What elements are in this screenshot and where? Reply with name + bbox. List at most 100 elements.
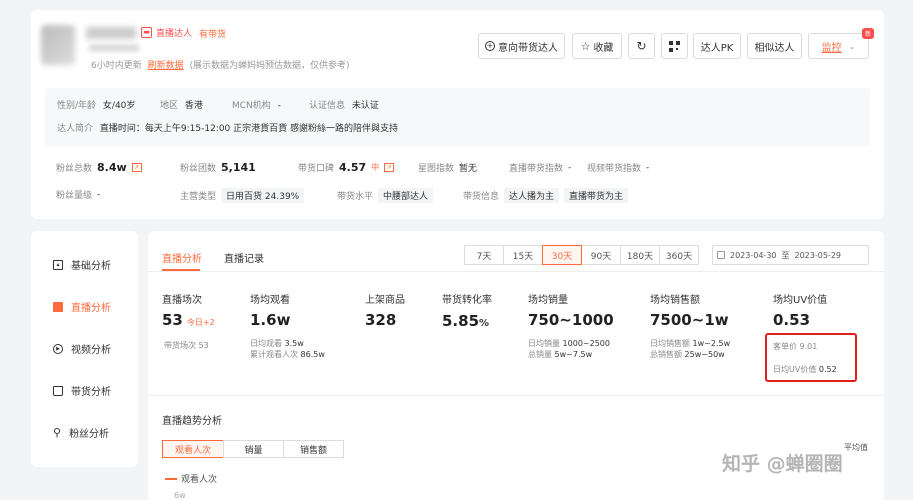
level-metric: 带货水平 中腰部达人 bbox=[337, 188, 434, 203]
sidebar-item-video[interactable]: ▶ 视频分析 bbox=[53, 341, 111, 356]
play-icon: ▶ bbox=[53, 343, 63, 354]
views-value: 1.6w bbox=[250, 311, 291, 329]
watermark: 知乎 @蝉圈圈 bbox=[722, 453, 843, 475]
live-tag-icon: ▬ bbox=[141, 27, 152, 38]
views-label: 场均观看 bbox=[250, 295, 290, 306]
region-row: 地区 香港 bbox=[160, 101, 203, 111]
sidebar-item-goods[interactable]: 带货分析 bbox=[53, 383, 111, 398]
range-30d[interactable]: 30天 bbox=[542, 245, 582, 265]
uv-label: 场均UV价值 bbox=[773, 295, 828, 306]
tab-live-records[interactable]: 直播记录 bbox=[224, 250, 264, 265]
views-sub2: 累计观看人次 86.5w bbox=[250, 350, 325, 359]
sessions-value-row: 53 今日+2 bbox=[162, 311, 215, 329]
profile-info-box: 性别/年龄 女/40岁 地区 香港 MCN机构 - 认证信息 未认证 达人简介 … bbox=[45, 88, 870, 146]
cert-row: 认证信息 未认证 bbox=[309, 101, 379, 111]
goods-tag: 有带货 bbox=[199, 30, 227, 40]
bag-icon bbox=[53, 385, 63, 396]
range-360d[interactable]: 360天 bbox=[659, 245, 699, 265]
intent-button[interactable]: + 意向带货达人 bbox=[478, 33, 565, 59]
live-tag: ▬ 直播达人 bbox=[141, 26, 192, 39]
trend-tab-amount[interactable]: 销售额 bbox=[283, 440, 344, 458]
products-label: 上架商品 bbox=[365, 295, 405, 306]
refresh-link[interactable]: 刷新数据 bbox=[148, 61, 184, 71]
calendar-icon bbox=[53, 301, 63, 312]
star-metric: 星图指数 暂无 bbox=[418, 164, 478, 174]
legend-swatch bbox=[165, 477, 177, 480]
range-90d[interactable]: 90天 bbox=[581, 245, 621, 265]
live-index-metric: 直播带货指数 - bbox=[509, 162, 572, 175]
sessions-label: 直播场次 bbox=[162, 295, 202, 306]
history-icon: ↻ bbox=[636, 39, 647, 53]
star-icon: ☆ bbox=[580, 39, 591, 53]
qrcode-icon bbox=[669, 40, 680, 52]
sales-value: 750~1000 bbox=[528, 311, 614, 329]
live-tag-label: 直播达人 bbox=[156, 29, 193, 39]
category-metric: 主营类型 日用百货 24.39% bbox=[180, 188, 305, 203]
favorite-button[interactable]: ☆ 收藏 bbox=[572, 33, 622, 59]
views-sub1: 日均观看 3.5w bbox=[250, 339, 304, 348]
calendar-icon bbox=[717, 251, 725, 259]
trend-tab-sales[interactable]: 销量 bbox=[223, 440, 284, 458]
sales-sub2: 总销量 5w~7.5w bbox=[528, 350, 593, 359]
history-button[interactable]: ↻ bbox=[628, 33, 655, 59]
date-start[interactable]: 2023-04-30 bbox=[730, 251, 777, 260]
conversion-value-row: 5.85% bbox=[442, 312, 490, 330]
date-end[interactable]: 2023-05-29 bbox=[795, 251, 842, 260]
tab-divider bbox=[148, 271, 884, 272]
update-text: 6小时内更新 bbox=[91, 61, 142, 71]
blurred-name bbox=[86, 27, 136, 39]
new-badge: 新 bbox=[862, 28, 875, 39]
date-range-picker[interactable]: 2023-04-30 至 2023-05-29 bbox=[712, 245, 869, 265]
uv-value: 0.53 bbox=[773, 311, 811, 329]
date-separator: 至 bbox=[781, 250, 790, 260]
trend-chart-icon[interactable]: ↗ bbox=[384, 163, 395, 172]
uv-sub2: 日均UV价值 0.52 bbox=[773, 365, 837, 374]
conversion-label: 带货转化率 bbox=[442, 295, 492, 306]
uv-sub1: 客单价 9.01 bbox=[773, 342, 818, 351]
fans-level-metric: 粉丝量级 - bbox=[56, 189, 101, 202]
avatar bbox=[41, 25, 75, 65]
group-metric: 粉丝团数 5,141 bbox=[180, 161, 256, 174]
tab-live-analysis[interactable]: 直播分析 bbox=[162, 250, 202, 265]
info-metric: 带货信息 达人播为主 直播带货为主 bbox=[463, 188, 629, 203]
pk-button[interactable]: 达人PK bbox=[693, 33, 741, 59]
chevron-down-icon: ⌄ bbox=[848, 41, 856, 51]
amount-sub1: 日均销售额 1w~2.5w bbox=[650, 339, 731, 348]
monitor-button[interactable]: 监控 ⌄ bbox=[808, 33, 869, 59]
sales-sub1: 日均销量 1000~2500 bbox=[528, 339, 610, 348]
trend-chart-icon[interactable]: ↗ bbox=[131, 163, 142, 172]
sidebar: ▴ 基础分析 直播分析 ▶ 视频分析 带货分析 ⚲ 粉丝分析 bbox=[31, 231, 138, 467]
fans-metric: 粉丝总数 8.4w ↗ bbox=[56, 161, 142, 174]
range-15d[interactable]: 15天 bbox=[503, 245, 543, 265]
amount-value: 7500~1w bbox=[650, 311, 729, 329]
reputation-metric: 带货口碑 4.57 中 ↗ bbox=[298, 161, 395, 174]
qrcode-button[interactable] bbox=[661, 33, 688, 59]
gender-row: 性别/年龄 女/40岁 bbox=[57, 101, 136, 111]
plus-circle-icon: + bbox=[485, 41, 495, 51]
intro-row: 达人简介 直播时间：每天上午9:15-12:00 正宗港貨百貨 感謝粉絲一路的陪… bbox=[57, 124, 399, 134]
sidebar-item-fans[interactable]: ⚲ 粉丝分析 bbox=[53, 425, 109, 441]
y-tick: 6w bbox=[174, 491, 186, 500]
mcn-row: MCN机构 - bbox=[232, 101, 281, 111]
range-7d[interactable]: 7天 bbox=[464, 245, 504, 265]
amount-sub2: 总销售额 25w~50w bbox=[650, 350, 725, 359]
avg-label: 平均值 bbox=[844, 443, 868, 452]
update-info: 6小时内更新 刷新数据 (展示数据为蝉妈妈预估数据，仅供参考) bbox=[91, 58, 350, 71]
sales-label: 场均销量 bbox=[528, 295, 568, 306]
chart-icon: ▴ bbox=[53, 259, 63, 270]
sessions-sub: 带货场次 53 bbox=[164, 341, 209, 350]
trend-title: 直播趋势分析 bbox=[162, 416, 222, 427]
blurred-id bbox=[89, 44, 139, 52]
amount-label: 场均销售额 bbox=[650, 295, 700, 306]
range-180d[interactable]: 180天 bbox=[620, 245, 660, 265]
trend-tab-views[interactable]: 观看人次 bbox=[162, 440, 224, 458]
products-value: 328 bbox=[365, 311, 397, 329]
sidebar-item-basic[interactable]: ▴ 基础分析 bbox=[53, 257, 111, 272]
user-icon: ⚲ bbox=[53, 425, 62, 439]
sidebar-item-live[interactable]: 直播分析 bbox=[53, 299, 111, 314]
section-divider bbox=[148, 395, 884, 396]
chart-legend: 观看人次 bbox=[165, 472, 217, 485]
video-index-metric: 视频带货指数 - bbox=[587, 162, 650, 175]
similar-button[interactable]: 相似达人 bbox=[747, 33, 802, 59]
profile-card: ▬ 直播达人 有带货 6小时内更新 刷新数据 (展示数据为蝉妈妈预估数据，仅供参… bbox=[31, 10, 884, 219]
